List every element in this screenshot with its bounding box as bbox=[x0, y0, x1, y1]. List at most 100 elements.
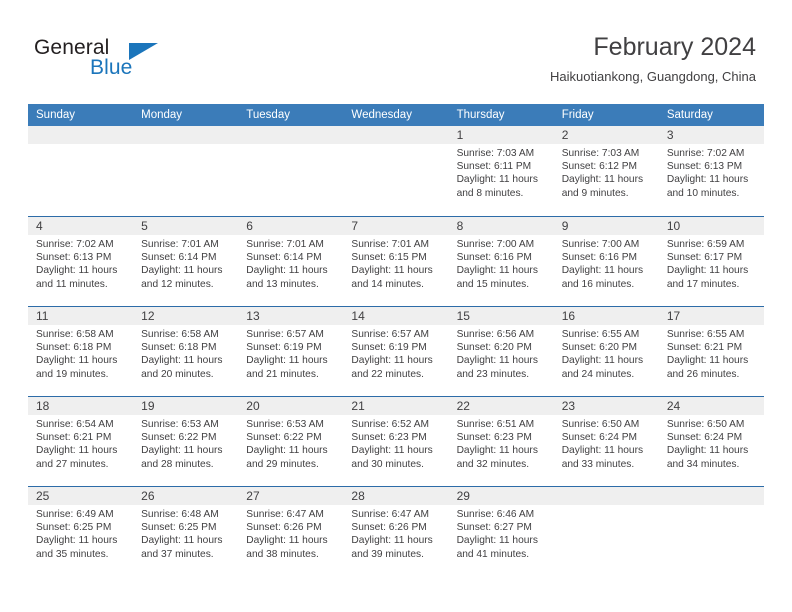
day-number-band: 7 bbox=[343, 217, 449, 235]
daylight-text-line1: Daylight: 11 hours bbox=[351, 535, 433, 547]
sunset-text: Sunset: 6:22 PM bbox=[246, 432, 322, 444]
daylight-text-line1: Daylight: 11 hours bbox=[351, 445, 433, 457]
sunset-text: Sunset: 6:21 PM bbox=[666, 342, 743, 354]
sunrise-text: Sunrise: 7:00 AM bbox=[456, 239, 535, 250]
day-number-band: 13 bbox=[238, 307, 344, 325]
day-number: 10 bbox=[666, 219, 681, 233]
daylight-text-line1: Daylight: 11 hours bbox=[561, 445, 644, 457]
day-info: Sunrise: 6:53 AM Sunset: 6:22 PM Dayligh… bbox=[238, 415, 343, 471]
day-cell[interactable]: 6 Sunrise: 7:01 AM Sunset: 6:14 PM Dayli… bbox=[238, 217, 344, 306]
weekday-header-wednesday: Wednesday bbox=[351, 109, 412, 121]
logo-text-blue: Blue bbox=[90, 56, 133, 79]
day-number-band: 8 bbox=[448, 217, 554, 235]
daylight-text-line2: and 41 minutes. bbox=[456, 548, 530, 560]
day-number-band: 18 bbox=[28, 397, 134, 415]
day-cell[interactable]: 9 Sunrise: 7:00 AM Sunset: 6:16 PM Dayli… bbox=[553, 217, 659, 306]
sunset-text: Sunset: 6:22 PM bbox=[141, 432, 217, 444]
day-cell[interactable] bbox=[238, 126, 344, 216]
day-number: 23 bbox=[561, 399, 576, 413]
daylight-text-line1: Daylight: 11 hours bbox=[36, 355, 118, 367]
day-cell[interactable]: 7 Sunrise: 7:01 AM Sunset: 6:15 PM Dayli… bbox=[343, 217, 449, 306]
sunset-text: Sunset: 6:26 PM bbox=[246, 522, 322, 534]
sunrise-text: Sunrise: 6:58 AM bbox=[36, 329, 114, 340]
page-subtitle: Haikuotiankong, Guangdong, China bbox=[550, 69, 756, 84]
day-cell[interactable]: 3 Sunrise: 7:02 AM Sunset: 6:13 PM Dayli… bbox=[658, 126, 764, 216]
day-info: Sunrise: 7:03 AM Sunset: 6:12 PM Dayligh… bbox=[554, 144, 659, 200]
day-cell[interactable]: 21 Sunrise: 6:52 AM Sunset: 6:23 PM Dayl… bbox=[343, 397, 449, 486]
daylight-text-line2: and 22 minutes. bbox=[351, 368, 424, 380]
daylight-text-line1: Daylight: 11 hours bbox=[561, 355, 644, 367]
day-number: 5 bbox=[141, 219, 148, 233]
day-cell[interactable]: 22 Sunrise: 6:51 AM Sunset: 6:23 PM Dayl… bbox=[448, 397, 554, 486]
day-number: 1 bbox=[456, 128, 464, 142]
day-cell[interactable]: 24 Sunrise: 6:50 AM Sunset: 6:24 PM Dayl… bbox=[658, 397, 764, 486]
sunrise-text: Sunrise: 7:03 AM bbox=[456, 148, 535, 159]
daylight-text-line1: Daylight: 11 hours bbox=[141, 265, 223, 277]
day-cell[interactable]: 14 Sunrise: 6:57 AM Sunset: 6:19 PM Dayl… bbox=[343, 307, 449, 396]
daylight-text-line2: and 10 minutes. bbox=[666, 187, 740, 199]
day-cell[interactable]: 29 Sunrise: 6:46 AM Sunset: 6:27 PM Dayl… bbox=[448, 487, 554, 576]
sunset-text: Sunset: 6:26 PM bbox=[351, 522, 427, 534]
sunrise-text: Sunrise: 6:55 AM bbox=[561, 329, 640, 340]
day-info bbox=[659, 505, 764, 508]
day-cell[interactable]: 23 Sunrise: 6:50 AM Sunset: 6:24 PM Dayl… bbox=[553, 397, 659, 486]
sunrise-text: Sunrise: 6:53 AM bbox=[141, 419, 219, 430]
sunrise-text: Sunrise: 6:50 AM bbox=[666, 419, 745, 430]
day-cell[interactable]: 8 Sunrise: 7:00 AM Sunset: 6:16 PM Dayli… bbox=[448, 217, 554, 306]
sunset-text: Sunset: 6:19 PM bbox=[351, 342, 427, 354]
day-cell[interactable]: 10 Sunrise: 6:59 AM Sunset: 6:17 PM Dayl… bbox=[658, 217, 764, 306]
day-cell[interactable]: 13 Sunrise: 6:57 AM Sunset: 6:19 PM Dayl… bbox=[238, 307, 344, 396]
day-cell[interactable]: 26 Sunrise: 6:48 AM Sunset: 6:25 PM Dayl… bbox=[133, 487, 239, 576]
day-cell[interactable]: 2 Sunrise: 7:03 AM Sunset: 6:12 PM Dayli… bbox=[553, 126, 659, 216]
sunset-text: Sunset: 6:19 PM bbox=[246, 342, 322, 354]
day-number-band bbox=[28, 126, 134, 144]
day-cell[interactable] bbox=[343, 126, 449, 216]
title-block: February 2024 Haikuotiankong, Guangdong,… bbox=[550, 32, 756, 86]
day-cell[interactable]: 4 Sunrise: 7:02 AM Sunset: 6:13 PM Dayli… bbox=[28, 217, 134, 306]
sunrise-text: Sunrise: 7:02 AM bbox=[36, 239, 114, 250]
sunrise-text: Sunrise: 6:50 AM bbox=[561, 419, 640, 430]
sunset-text: Sunset: 6:27 PM bbox=[456, 522, 532, 534]
day-cell[interactable]: 27 Sunrise: 6:47 AM Sunset: 6:26 PM Dayl… bbox=[238, 487, 344, 576]
daylight-text-line2: and 16 minutes. bbox=[561, 278, 635, 290]
daylight-text-line2: and 23 minutes. bbox=[456, 368, 530, 380]
day-cell[interactable]: 20 Sunrise: 6:53 AM Sunset: 6:22 PM Dayl… bbox=[238, 397, 344, 486]
day-cell[interactable]: 17 Sunrise: 6:55 AM Sunset: 6:21 PM Dayl… bbox=[658, 307, 764, 396]
day-cell[interactable]: 5 Sunrise: 7:01 AM Sunset: 6:14 PM Dayli… bbox=[133, 217, 239, 306]
day-number: 7 bbox=[351, 219, 359, 233]
day-number: 25 bbox=[36, 489, 50, 503]
sunrise-text: Sunrise: 6:57 AM bbox=[351, 329, 430, 340]
day-cell[interactable] bbox=[658, 487, 764, 576]
weekday-header-thursday: Thursday bbox=[456, 109, 505, 121]
day-cell[interactable]: 15 Sunrise: 6:56 AM Sunset: 6:20 PM Dayl… bbox=[448, 307, 554, 396]
day-number-band: 19 bbox=[133, 397, 239, 415]
day-cell[interactable] bbox=[28, 126, 134, 216]
day-cell[interactable]: 1 Sunrise: 7:03 AM Sunset: 6:11 PM Dayli… bbox=[448, 126, 554, 216]
day-number-band: 27 bbox=[238, 487, 344, 505]
day-cell[interactable]: 16 Sunrise: 6:55 AM Sunset: 6:20 PM Dayl… bbox=[553, 307, 659, 396]
daylight-text-line2: and 13 minutes. bbox=[246, 278, 319, 290]
daylight-text-line2: and 28 minutes. bbox=[141, 458, 214, 470]
daylight-text-line1: Daylight: 11 hours bbox=[141, 445, 223, 457]
day-number-band bbox=[658, 487, 764, 505]
day-number-band: 3 bbox=[658, 126, 764, 144]
weekday-header-monday: Monday bbox=[141, 109, 183, 121]
day-cell[interactable] bbox=[553, 487, 659, 576]
day-cell[interactable]: 25 Sunrise: 6:49 AM Sunset: 6:25 PM Dayl… bbox=[28, 487, 134, 576]
day-cell[interactable] bbox=[133, 126, 239, 216]
day-info: Sunrise: 6:55 AM Sunset: 6:20 PM Dayligh… bbox=[554, 325, 659, 381]
daylight-text-line1: Daylight: 11 hours bbox=[666, 265, 749, 277]
day-number: 28 bbox=[351, 489, 365, 503]
weekday-header-saturday: Saturday bbox=[666, 109, 713, 121]
sunrise-text: Sunrise: 7:00 AM bbox=[561, 239, 640, 250]
day-cell[interactable]: 12 Sunrise: 6:58 AM Sunset: 6:18 PM Dayl… bbox=[133, 307, 239, 396]
general-blue-logo: General Blue bbox=[34, 36, 234, 84]
day-number-band: 29 bbox=[448, 487, 554, 505]
day-cell[interactable]: 28 Sunrise: 6:47 AM Sunset: 6:26 PM Dayl… bbox=[343, 487, 449, 576]
day-cell[interactable]: 11 Sunrise: 6:58 AM Sunset: 6:18 PM Dayl… bbox=[28, 307, 134, 396]
day-cell[interactable]: 18 Sunrise: 6:54 AM Sunset: 6:21 PM Dayl… bbox=[28, 397, 134, 486]
sunset-text: Sunset: 6:20 PM bbox=[561, 342, 638, 354]
day-number-band: 9 bbox=[553, 217, 659, 235]
daylight-text-line2: and 26 minutes. bbox=[666, 368, 740, 380]
day-cell[interactable]: 19 Sunrise: 6:53 AM Sunset: 6:22 PM Dayl… bbox=[133, 397, 239, 486]
